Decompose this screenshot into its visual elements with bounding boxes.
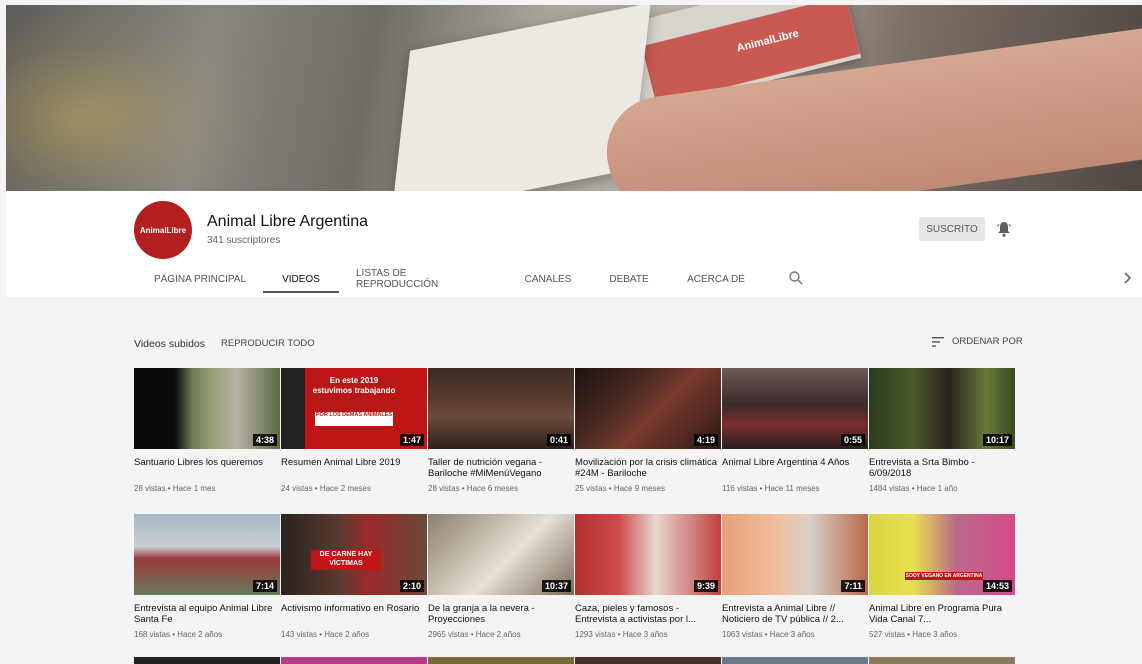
channel-tabs: PÁGINA PRINCIPAL VIDEOS LISTAS DE REPROD… — [6, 261, 1142, 297]
video-meta: 1293 vistas • Hace 3 años — [575, 630, 668, 639]
video-thumbnail[interactable]: En este 2019 estuvimos trabajando POR LO… — [281, 368, 427, 449]
tab-channels[interactable]: CANALES — [518, 261, 578, 297]
subscriber-count: 341 suscriptores — [207, 235, 281, 246]
tab-home[interactable]: PÁGINA PRINCIPAL — [152, 261, 248, 297]
video-duration: 0:55 — [840, 434, 865, 446]
video-duration: 14:53 — [982, 580, 1012, 592]
video-thumbnail-partial[interactable] — [134, 657, 280, 664]
video-thumbnail-partial[interactable] — [281, 657, 427, 664]
video-card[interactable]: 10:17 Entrevista a Srta Bimbo - 6/09/201… — [869, 368, 1015, 493]
video-thumbnail[interactable]: DE CARNE HAY VÍCTIMAS 2:10 — [281, 514, 427, 595]
video-title[interactable]: Movilización por la crisis climática #24… — [575, 457, 721, 479]
notification-bell-icon[interactable] — [996, 220, 1012, 238]
tab-playlists[interactable]: LISTAS DE REPRODUCCIÓN — [356, 261, 486, 297]
video-card[interactable]: DE CARNE HAY VÍCTIMAS 2:10 Activismo inf… — [281, 514, 427, 639]
video-duration: 4:38 — [252, 434, 277, 446]
sort-button[interactable]: ORDENAR POR — [932, 336, 1023, 347]
video-thumbnail-partial[interactable] — [428, 657, 574, 664]
video-card[interactable]: 10:37 De la granja a la nevera - Proyecc… — [428, 514, 574, 639]
video-thumbnail-partial[interactable] — [869, 657, 1015, 664]
video-title[interactable]: Entrevista a Animal Libre // Noticiero d… — [722, 603, 868, 625]
video-card[interactable]: 0:41 Taller de nutrición vegana - Barilo… — [428, 368, 574, 493]
video-thumbnail[interactable]: 10:37 — [428, 514, 574, 595]
section-title: Videos subidos — [134, 338, 206, 350]
video-title[interactable]: Resumen Animal Libre 2019 — [281, 457, 427, 479]
video-meta: 116 vistas • Hace 11 meses — [722, 484, 820, 493]
channel-avatar[interactable]: AnimalLibre — [134, 201, 192, 259]
video-card[interactable]: 0:55 Animal Libre Argentina 4 Años 116 v… — [722, 368, 868, 493]
video-card[interactable]: SOOY VEGANO EN ARGENTINA 14:53 Animal Li… — [869, 514, 1015, 639]
video-title[interactable]: Santuario Libres los queremos — [134, 457, 280, 479]
video-card[interactable]: 7:11 Entrevista a Animal Libre // Notici… — [722, 514, 868, 639]
thumbnail-caption: POR LOS DEMÁS ANIMALES — [315, 412, 393, 426]
play-all-link[interactable]: REPRODUCIR TODO — [221, 338, 315, 349]
video-thumbnail[interactable]: 4:19 — [575, 368, 721, 449]
video-title[interactable]: Animal Libre en Programa Pura Vida Canal… — [869, 603, 1015, 625]
video-duration: 7:11 — [841, 580, 865, 592]
video-duration: 0:41 — [546, 434, 571, 446]
video-meta: 1063 vistas • Hace 3 años — [722, 630, 815, 639]
video-meta: 527 vistas • Hace 3 años — [869, 630, 958, 639]
subscribed-button[interactable]: SUSCRITO — [919, 217, 985, 241]
video-meta: 2965 vistas • Hace 2 años — [428, 630, 521, 639]
sort-label: ORDENAR POR — [952, 336, 1023, 347]
video-duration: 4:19 — [693, 434, 718, 446]
tab-about[interactable]: ACERCA DE — [681, 261, 751, 297]
video-title[interactable]: De la granja a la nevera - Proyecciones — [428, 603, 574, 625]
video-thumbnail[interactable]: 0:41 — [428, 368, 574, 449]
video-duration: 7:14 — [252, 580, 277, 592]
video-thumbnail[interactable]: 9:39 — [575, 514, 721, 595]
video-duration: 9:39 — [693, 580, 718, 592]
video-meta: 143 vistas • Hace 2 años — [281, 630, 370, 639]
video-thumbnail-partial[interactable] — [722, 657, 868, 664]
thumbnail-caption: DE CARNE HAY VÍCTIMAS — [311, 550, 381, 570]
video-duration: 2:10 — [399, 580, 424, 592]
video-meta: 24 vistas • Hace 2 meses — [281, 484, 371, 493]
video-title[interactable]: Taller de nutrición vegana - Bariloche #… — [428, 457, 574, 479]
channel-banner: AnimalLibre — [6, 5, 1142, 191]
video-thumbnail[interactable]: 7:11 — [722, 514, 868, 595]
sort-icon — [932, 336, 944, 347]
video-thumbnail-partial[interactable] — [575, 657, 721, 664]
channel-name: Animal Libre Argentina — [207, 213, 368, 230]
video-thumbnail[interactable]: 0:55 — [722, 368, 868, 449]
video-title[interactable]: Activismo informativo en Rosario — [281, 603, 427, 625]
video-card[interactable]: 7:14 Entrevista al equipo Animal Libre S… — [134, 514, 280, 639]
thumbnail-caption: SOOY VEGANO EN ARGENTINA — [905, 572, 983, 580]
video-meta: 168 vistas • Hace 2 años — [134, 630, 223, 639]
video-card[interactable]: 9:39 Caza, pieles y famosos - Entrevista… — [575, 514, 721, 639]
video-title[interactable]: Caza, pieles y famosos - Entrevista a ac… — [575, 603, 721, 625]
thumbnail-caption: En este 2019 estuvimos trabajando — [311, 376, 397, 416]
video-meta: 25 vistas • Hace 9 meses — [575, 484, 665, 493]
video-duration: 10:37 — [541, 580, 571, 592]
tab-videos[interactable]: VIDEOS — [263, 261, 339, 297]
video-thumbnail[interactable]: 7:14 — [134, 514, 280, 595]
video-title[interactable]: Entrevista al equipo Animal Libre Santa … — [134, 603, 280, 625]
search-icon[interactable] — [788, 270, 804, 286]
video-duration: 1:47 — [399, 434, 424, 446]
video-title[interactable]: Entrevista a Srta Bimbo - 6/09/2018 — [869, 457, 1015, 479]
channel-header: AnimalLibre Animal Libre Argentina 341 s… — [6, 191, 1142, 297]
video-duration: 10:17 — [982, 434, 1012, 446]
video-thumbnail[interactable]: SOOY VEGANO EN ARGENTINA 14:53 — [869, 514, 1015, 595]
video-meta: 1484 vistas • Hace 1 año — [869, 484, 958, 493]
video-card[interactable]: En este 2019 estuvimos trabajando POR LO… — [281, 368, 427, 493]
chevron-right-icon[interactable] — [1120, 270, 1134, 286]
video-meta: 28 vistas • Hace 6 meses — [428, 484, 518, 493]
tab-discussion[interactable]: DEBATE — [603, 261, 655, 297]
video-thumbnail[interactable]: 4:38 — [134, 368, 280, 449]
video-title[interactable]: Animal Libre Argentina 4 Años — [722, 457, 868, 479]
youtube-channel-page: AnimalLibre AnimalLibre Animal Libre Arg… — [0, 0, 1142, 664]
video-meta: 28 vistas • Hace 1 mes — [134, 484, 216, 493]
avatar-logo-text: AnimalLibre — [139, 225, 187, 235]
video-thumbnail[interactable]: 10:17 — [869, 368, 1015, 449]
video-card[interactable]: 4:38 Santuario Libres los queremos 28 vi… — [134, 368, 280, 493]
video-card[interactable]: 4:19 Movilización por la crisis climátic… — [575, 368, 721, 493]
